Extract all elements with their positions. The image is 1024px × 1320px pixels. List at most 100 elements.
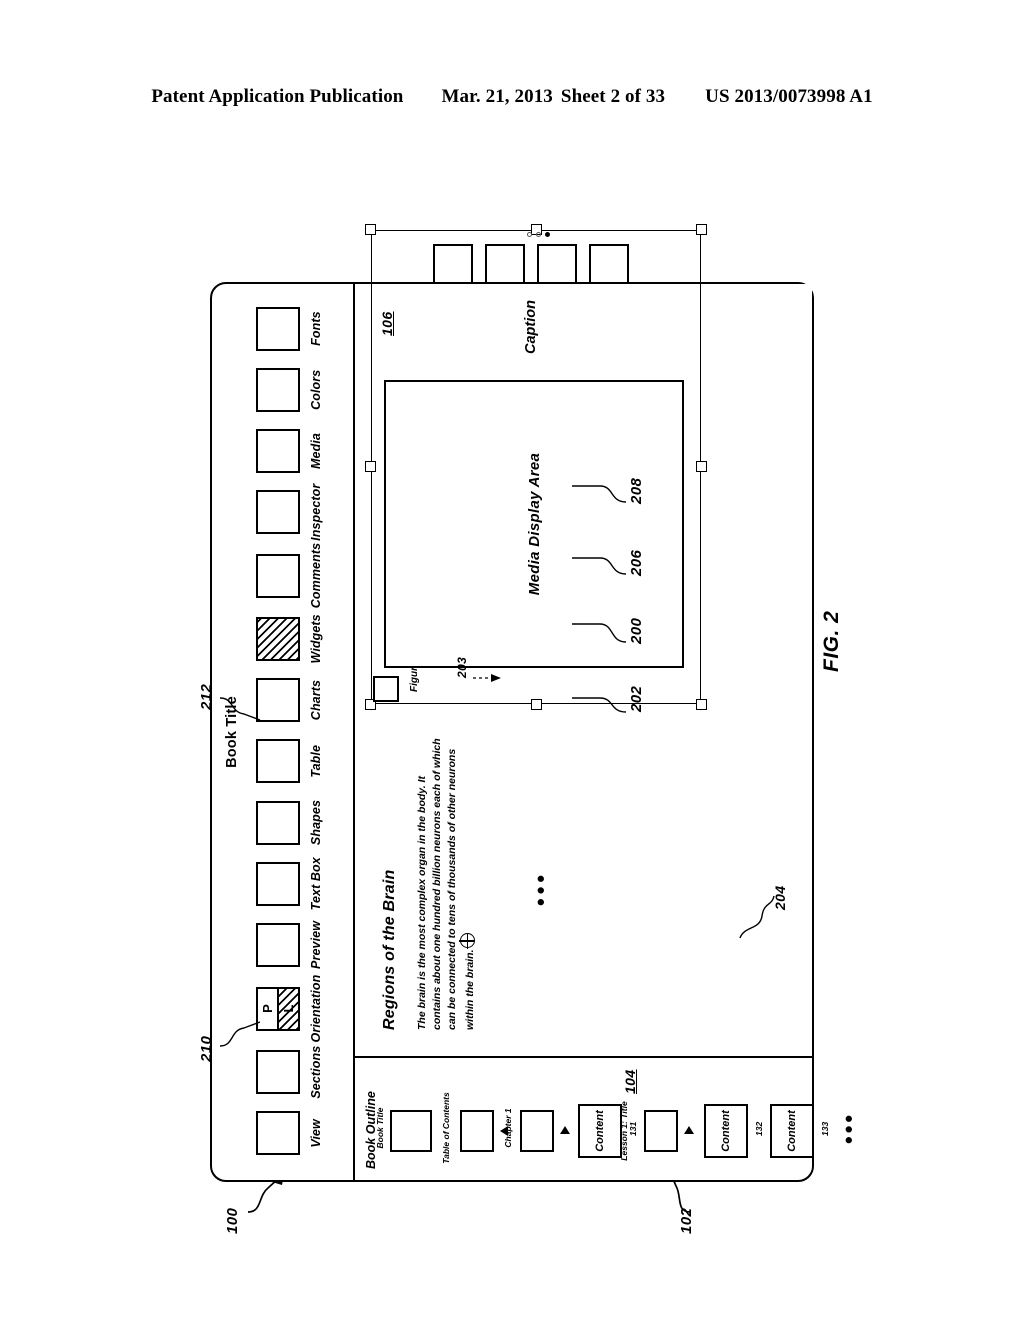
toolbar-button-view[interactable] xyxy=(256,1111,300,1156)
outline-box-label-content-133: Content xyxy=(786,1110,798,1152)
book-outline-strip: Book Title Table of Contents Chapter 1 C… xyxy=(375,1058,861,1180)
outline-node-book-title[interactable] xyxy=(390,1110,432,1152)
leader-203 xyxy=(451,670,503,684)
toolbar-button-comments[interactable] xyxy=(256,553,300,598)
book-outline-panel: Book Outline Book Title Table of Content… xyxy=(355,1056,861,1180)
outline-node-content-132[interactable]: Content xyxy=(704,1104,748,1158)
toolbar-button-table[interactable] xyxy=(256,739,300,784)
page-dot[interactable] xyxy=(527,232,532,237)
toolbar-item-preview[interactable]: Preview xyxy=(256,914,323,975)
outline-node-chapter-1[interactable] xyxy=(520,1110,554,1152)
outline-box-content-131[interactable]: Content xyxy=(578,1104,622,1158)
document-canvas[interactable]: Regions of the Brain The brain is the mo… xyxy=(355,224,812,1056)
outline-marker-expand-lesson-icon[interactable] xyxy=(684,1126,694,1134)
page-dot[interactable] xyxy=(536,232,541,237)
header-publication-number: US 2013/0073998 A1 xyxy=(705,86,873,107)
widget-caption[interactable]: Caption xyxy=(523,300,539,354)
toolbar-item-text-box[interactable]: Text Box xyxy=(256,853,323,914)
outline-box-table-of-contents[interactable] xyxy=(460,1110,494,1152)
toolbar: View Sections P L Orientation Preview Te… xyxy=(252,284,352,1180)
toolbar-item-fonts[interactable]: Fonts xyxy=(256,298,323,359)
toolbar-button-text-box[interactable] xyxy=(256,861,300,906)
toolbar-item-widgets[interactable]: Widgets xyxy=(256,608,323,669)
outline-box-label-content-131: Content xyxy=(594,1110,606,1152)
document-body-text: The brain is the most complex organ in t… xyxy=(416,738,476,1030)
toolbar-item-comments[interactable]: Comments xyxy=(256,543,323,608)
outline-box-book-title[interactable] xyxy=(390,1110,432,1152)
toolbar-label-text-box: Text Box xyxy=(309,857,323,911)
toolbar-button-fonts[interactable] xyxy=(256,306,300,351)
thumbnail-item[interactable] xyxy=(433,244,473,284)
ref-210: 210 xyxy=(198,1035,215,1062)
toolbar-button-media[interactable] xyxy=(256,429,300,474)
toolbar-button-widgets[interactable] xyxy=(256,616,300,661)
document-heading: Regions of the Brain xyxy=(381,869,398,1030)
toolbar-item-shapes[interactable]: Shapes xyxy=(256,792,323,853)
toolbar-item-orientation[interactable]: P L Orientation xyxy=(256,974,323,1043)
header-publication: Patent Application Publication xyxy=(151,86,404,107)
toolbar-label-orientation: Orientation xyxy=(309,974,323,1043)
toolbar-item-view[interactable]: View xyxy=(256,1103,323,1164)
toolbar-item-sections[interactable]: Sections xyxy=(256,1042,323,1103)
thumbnail-item[interactable] xyxy=(485,244,525,284)
toolbar-label-view: View xyxy=(309,1119,323,1148)
leader-212 xyxy=(218,688,264,728)
figure-stage: 100 102 Book Title View Sections P L Ori… xyxy=(198,224,861,1240)
toolbar-item-media[interactable]: Media xyxy=(256,420,323,481)
figure-caption: FIG. 2 xyxy=(820,610,843,672)
page-indicator-dots[interactable] xyxy=(527,232,554,237)
toolbar-label-shapes: Shapes xyxy=(309,799,323,846)
toolbar-button-shapes[interactable] xyxy=(256,800,300,845)
toolbar-item-table[interactable]: Table xyxy=(256,731,323,792)
document-ellipsis: ••• xyxy=(528,870,553,906)
outline-caption-chapter-1: Chapter 1 xyxy=(503,1108,513,1148)
thumbnail-item[interactable] xyxy=(537,244,577,284)
outline-ref-132: 132 xyxy=(754,1121,764,1136)
leader-202 xyxy=(570,680,632,720)
toolbar-button-colors[interactable] xyxy=(256,367,300,412)
toolbar-item-charts[interactable]: Charts xyxy=(256,669,323,730)
toolbar-item-colors[interactable]: Colors xyxy=(256,359,323,420)
ref-212: 212 xyxy=(198,683,215,710)
outline-box-content-132[interactable]: Content xyxy=(704,1104,748,1158)
outline-node-content-131[interactable]: Content xyxy=(578,1104,622,1158)
outline-node-lesson-1[interactable] xyxy=(644,1110,678,1152)
resize-handle-bottom-right[interactable] xyxy=(696,224,707,235)
resize-handle-top-right[interactable] xyxy=(365,224,376,235)
outline-box-chapter-1[interactable] xyxy=(520,1110,554,1152)
resize-handle-top-center[interactable] xyxy=(365,461,376,473)
outline-caption-lesson-1: Lesson 1: Title xyxy=(619,1101,629,1161)
insertion-point-icon[interactable] xyxy=(459,933,475,949)
outline-ellipsis: ••• xyxy=(836,1111,861,1144)
orientation-option-landscape[interactable]: L xyxy=(279,988,298,1029)
thumbnail-strip[interactable] xyxy=(433,244,629,284)
toolbar-button-sections[interactable] xyxy=(256,1050,300,1095)
toolbar-label-inspector: Inspector xyxy=(309,483,323,541)
header-date: Mar. 21, 2013 xyxy=(441,86,553,107)
ref-104: 104 xyxy=(622,1069,638,1094)
widget-edit-button[interactable] xyxy=(373,676,399,702)
toolbar-label-widgets: Widgets xyxy=(309,614,323,664)
outline-box-label-content-132: Content xyxy=(720,1110,732,1152)
outline-marker-expand-chapter-icon[interactable] xyxy=(560,1126,570,1134)
resize-handle-bottom-left[interactable] xyxy=(696,699,707,710)
outline-node-table-of-contents[interactable] xyxy=(460,1110,494,1152)
toolbar-button-inspector[interactable] xyxy=(256,490,300,535)
application-window: Book Title View Sections P L Orientation xyxy=(210,224,861,1182)
thumbnail-item[interactable] xyxy=(589,244,629,284)
toolbar-label-fonts: Fonts xyxy=(309,311,323,346)
resize-handle-middle-left[interactable] xyxy=(530,699,542,710)
toolbar-label-media: Media xyxy=(309,433,323,469)
toolbar-button-preview[interactable] xyxy=(256,922,300,967)
toolbar-label-comments: Comments xyxy=(309,542,323,609)
resize-handle-bottom-center[interactable] xyxy=(696,461,707,473)
outline-box-lesson-1[interactable] xyxy=(644,1110,678,1152)
leader-200 xyxy=(570,608,632,652)
media-widget[interactable]: Figure n: label Media Display Area Capti… xyxy=(365,224,707,710)
outline-node-content-133[interactable]: Content xyxy=(770,1104,814,1158)
toolbar-item-inspector[interactable]: Inspector xyxy=(256,482,323,543)
document-body[interactable]: The brain is the most complex organ in t… xyxy=(415,730,478,1030)
page-dot-active[interactable] xyxy=(545,232,550,237)
outline-box-content-133[interactable]: Content xyxy=(770,1104,814,1158)
header-sheet: Sheet 2 of 33 xyxy=(560,86,666,107)
